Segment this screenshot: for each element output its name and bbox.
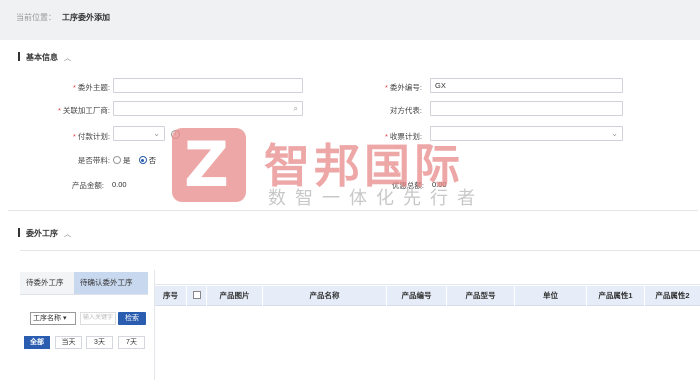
quick-filter-today[interactable]: 当天 [55,336,82,349]
watermark-logo-letter: Z [184,128,229,201]
discount-total-label: 优惠总额: [391,181,424,190]
section-marker [18,52,20,61]
factory-label: * 关联加工厂商: [57,106,110,115]
tab-pending-outsource[interactable]: 待委外工序 [20,272,74,294]
quick-filter-all[interactable]: 全部 [24,336,50,349]
radio-no-icon [138,156,147,164]
factory-input[interactable]: ⌕ [113,101,303,116]
col-select[interactable] [187,286,207,306]
page-title: 工序委外添加 [62,13,110,22]
breadcrumb-label: 当前位置： [16,13,56,22]
section-title-basic-info: 基本信息 [26,53,58,62]
counterpart-label: 对方代表: [389,106,422,115]
select-all-checkbox[interactable] [192,291,201,299]
process-table: 序号 产品图片 产品名称 产品编号 产品型号 单位 产品属性1 产品属性2 [154,270,700,380]
watermark-logo: Z [172,128,246,202]
top-bar: 当前位置： 工序委外添加 [0,0,700,40]
col-product-name: 产品名称 [263,286,387,306]
tabs-underline [20,294,148,295]
product-amount-label: 产品金额: [71,181,104,190]
col-attr2: 产品属性2 [645,286,700,306]
section-basic-info-header[interactable]: 基本信息 ︿ [18,52,71,63]
radio-no[interactable]: 否 [138,156,156,165]
section-title-outsource: 委外工序 [26,229,58,238]
receipt-plan-label: * 收票计划: [384,132,422,141]
subject-label: * 委外主题: [72,83,110,92]
number-input[interactable]: GX [430,78,623,93]
chevron-down-icon: ▾ [62,315,67,322]
discount-total-value: 0.00 [432,180,447,189]
table-header: 序号 产品图片 产品名称 产品编号 产品型号 单位 产品属性1 产品属性2 [155,286,700,306]
receipt-plan-select[interactable]: ⌄ [430,126,623,141]
with-material-label: 是否带料: [77,156,110,165]
section-outsource-header[interactable]: 委外工序 ︿ [18,228,71,239]
section-divider [20,250,700,251]
col-product-image: 产品图片 [207,286,263,306]
table-top-rule [155,284,700,285]
tab-pending-confirm[interactable]: 待确认委外工序 [74,272,148,294]
info-icon[interactable]: i [171,130,180,139]
col-product-code: 产品编号 [387,286,447,306]
chevron-down-icon: ⌄ [611,129,618,138]
filter-field-select[interactable]: 工序名称 ▾ [30,312,76,325]
section-divider [8,210,698,211]
radio-yes[interactable]: 是 [113,156,131,165]
quick-filter-7days[interactable]: 7天 [118,336,145,349]
section-marker [18,228,20,237]
with-material-radio-group: 是 否 [113,155,156,166]
col-product-model: 产品型号 [447,286,515,306]
quick-filter-3days[interactable]: 3天 [86,336,113,349]
payment-plan-select[interactable]: ⌄ [113,126,165,141]
filter-keyword-input[interactable]: 输入关键字 [80,312,116,325]
chevron-up-icon[interactable]: ︿ [64,55,71,62]
payment-plan-label: * 付款计划: [72,132,110,141]
counterpart-input[interactable] [430,101,623,116]
radio-yes-icon [113,156,121,164]
col-attr1: 产品属性1 [587,286,645,306]
number-label: * 委外编号: [384,83,422,92]
chevron-down-icon: ⌄ [153,129,160,138]
search-icon[interactable]: ⌕ [294,102,298,115]
col-seq: 序号 [155,286,187,306]
subject-input[interactable] [113,78,303,93]
search-button[interactable]: 检索 [118,312,146,325]
product-amount-value: 0.00 [112,180,127,189]
chevron-up-icon[interactable]: ︿ [64,231,71,238]
col-unit: 单位 [515,286,587,306]
